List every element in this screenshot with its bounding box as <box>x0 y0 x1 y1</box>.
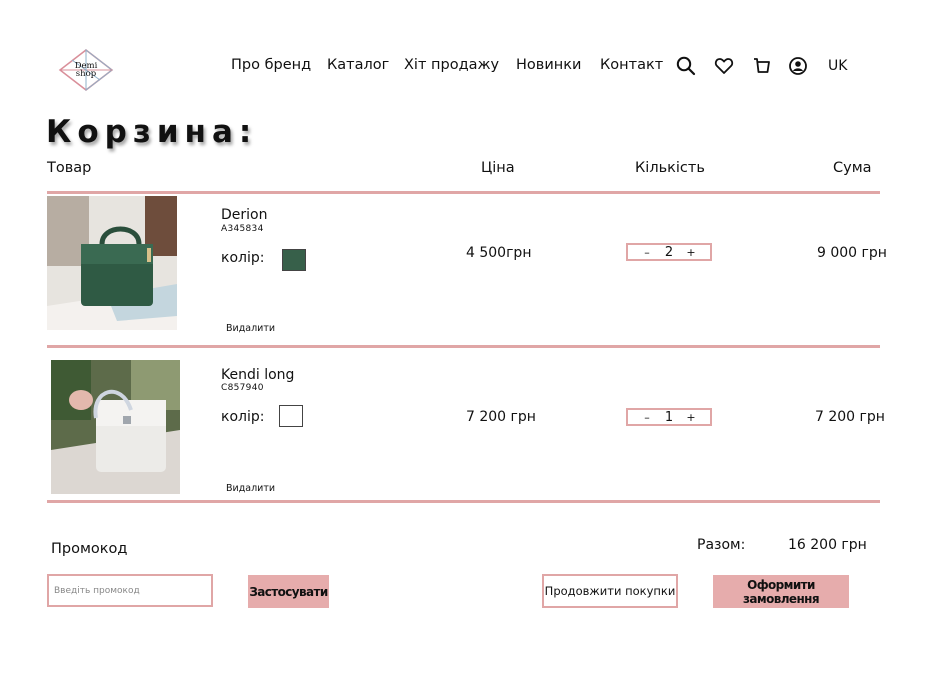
remove-link[interactable]: Видалити <box>226 483 275 494</box>
color-swatch <box>279 405 303 427</box>
user-icon[interactable] <box>788 56 808 76</box>
column-header-product: Товар <box>47 160 92 176</box>
divider <box>47 500 880 503</box>
product-sku: C857940 <box>221 383 264 393</box>
promo-label: Промокод <box>51 541 128 557</box>
nav-link-about[interactable]: Про бренд <box>231 57 311 73</box>
total-value: 16 200 грн <box>788 537 867 553</box>
item-price: 4 500грн <box>466 245 532 261</box>
brand-logo[interactable]: Demi shop <box>58 48 114 92</box>
color-label: колір: <box>221 250 265 266</box>
product-image[interactable] <box>51 360 180 494</box>
nav-link-new[interactable]: Новинки <box>516 57 581 73</box>
continue-shopping-button[interactable]: Продовжити покупки <box>542 574 678 608</box>
nav-link-bestsellers[interactable]: Хіт продажу <box>404 57 499 73</box>
column-header-price: Ціна <box>481 160 515 176</box>
total-label: Разом: <box>697 537 746 553</box>
column-header-quantity: Кількість <box>635 160 705 176</box>
qty-decrease-button[interactable]: – <box>642 246 652 259</box>
search-icon[interactable] <box>676 56 696 76</box>
divider <box>47 345 880 348</box>
qty-increase-button[interactable]: + <box>686 411 696 424</box>
product-sku: A345834 <box>221 224 264 234</box>
quantity-stepper: – 1 + <box>626 408 712 426</box>
qty-value[interactable]: 1 <box>665 410 673 425</box>
item-price: 7 200 грн <box>466 409 536 425</box>
qty-value[interactable]: 2 <box>665 245 673 260</box>
cart-icon[interactable] <box>752 56 772 76</box>
language-switch[interactable]: UK <box>828 58 847 74</box>
item-sum: 9 000 грн <box>817 245 887 261</box>
product-image[interactable] <box>47 196 177 330</box>
item-sum: 7 200 грн <box>815 409 885 425</box>
page-title: Корзина: <box>46 114 258 150</box>
divider <box>47 191 880 194</box>
logo-text: Demi shop <box>74 61 98 79</box>
remove-link[interactable]: Видалити <box>226 323 275 334</box>
column-header-sum: Сума <box>833 160 872 176</box>
product-name[interactable]: Derion <box>221 207 267 223</box>
quantity-stepper: – 2 + <box>626 243 712 261</box>
heart-icon[interactable] <box>714 56 734 76</box>
nav-link-contact[interactable]: Контакт <box>600 57 663 73</box>
color-swatch <box>282 249 306 271</box>
qty-increase-button[interactable]: + <box>686 246 696 259</box>
promo-input[interactable] <box>47 574 213 607</box>
apply-promo-button[interactable]: Застосувати <box>248 575 329 608</box>
checkout-button[interactable]: Оформити замовлення <box>713 575 849 608</box>
color-label: колір: <box>221 409 265 425</box>
product-name[interactable]: Kendi long <box>221 367 294 383</box>
nav-link-catalog[interactable]: Каталог <box>327 57 389 73</box>
qty-decrease-button[interactable]: – <box>642 411 652 424</box>
